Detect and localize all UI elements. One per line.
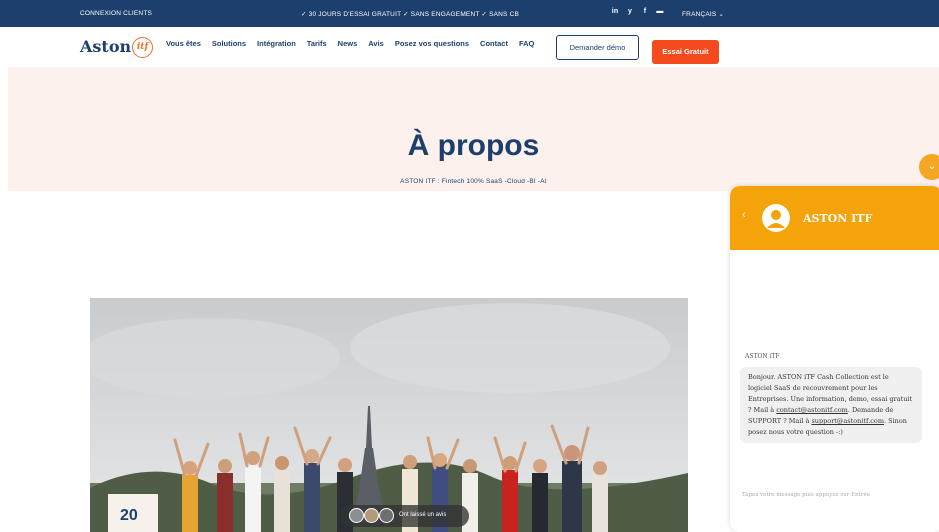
hero-section: À propos ASTON ITF : Fintech 100% SaaS -… xyxy=(8,67,939,191)
chat-agent-name: ASTON ITF xyxy=(803,212,873,225)
social-links: in y f ▬ xyxy=(611,8,664,15)
main-nav: Aston itf Vous êtes Solutions Intégration… xyxy=(0,27,939,67)
page-title: À propos xyxy=(407,129,540,162)
logo-text: Aston xyxy=(80,37,132,56)
reviews-badge[interactable]: Ont laissé un avis xyxy=(340,505,469,527)
nav-item-vous-etes[interactable]: Vous êtes xyxy=(166,39,201,48)
nav-item-integration[interactable]: Intégration xyxy=(257,39,296,48)
nav-item-solutions[interactable]: Solutions xyxy=(212,39,246,48)
facebook-icon[interactable]: f xyxy=(641,8,649,15)
chat-avatar xyxy=(762,204,790,232)
nav-item-news[interactable]: News xyxy=(338,39,358,48)
logo[interactable]: Aston itf xyxy=(80,37,154,58)
nav-item-questions[interactable]: Posez vos questions xyxy=(395,39,469,48)
reviewer-avatar xyxy=(364,508,379,523)
nav-item-contact[interactable]: Contact xyxy=(480,39,508,48)
youtube-icon[interactable]: ▬ xyxy=(656,8,664,15)
twitter-icon[interactable]: y xyxy=(626,8,634,15)
chat-input[interactable]: Tapez votre message puis appuyez sur Ent… xyxy=(742,492,870,498)
chevron-left-icon[interactable]: ‹ xyxy=(742,209,746,221)
chat-header: ‹ ASTON ITF xyxy=(730,186,939,250)
reviewer-avatar xyxy=(349,508,364,523)
nav-item-avis[interactable]: Avis xyxy=(368,39,384,48)
demo-button[interactable]: Demander démo xyxy=(556,35,639,60)
language-selector[interactable]: FRANÇAIS ⌄ xyxy=(682,10,724,18)
banner-number: 20 xyxy=(120,507,138,524)
support-email-link[interactable]: support@astonitf.com xyxy=(811,417,884,425)
logo-badge: itf xyxy=(132,37,154,58)
page-subtitle: ASTON ITF : Fintech 100% SaaS -Cloud -BI… xyxy=(400,178,547,185)
reviewer-avatar xyxy=(379,508,394,523)
chat-widget: ‹ ASTON ITF ASTON iTF Bonjour. ASTON iTF… xyxy=(730,186,939,532)
promo-banner: ✓ 30 JOURS D'ESSAI GRATUIT ✓ SANS ENGAGE… xyxy=(301,11,520,18)
contact-email-link[interactable]: contact@astonitf.com xyxy=(776,406,848,414)
client-login-link[interactable]: CONNEXION CLIENTS xyxy=(80,10,152,17)
team-photo-graphic: 20 xyxy=(90,298,688,532)
nav-links: Vous êtes Solutions Intégration Tarifs N… xyxy=(166,39,534,48)
nav-item-faq[interactable]: FAQ xyxy=(519,39,534,48)
user-icon xyxy=(767,210,785,228)
free-trial-button[interactable]: Essai Gratuit xyxy=(652,40,719,64)
top-bar: CONNEXION CLIENTS ✓ 30 JOURS D'ESSAI GRA… xyxy=(0,0,939,27)
reviews-label: Ont laissé un avis xyxy=(399,512,447,518)
chevron-down-icon[interactable]: ⌄ xyxy=(919,154,939,180)
chat-sender: ASTON iTF xyxy=(745,353,780,360)
linkedin-icon[interactable]: in xyxy=(611,8,619,15)
chat-message: Bonjour. ASTON iTF Cash Collection est l… xyxy=(740,367,922,443)
nav-item-tarifs[interactable]: Tarifs xyxy=(307,39,327,48)
team-photo: 20 xyxy=(90,298,688,532)
